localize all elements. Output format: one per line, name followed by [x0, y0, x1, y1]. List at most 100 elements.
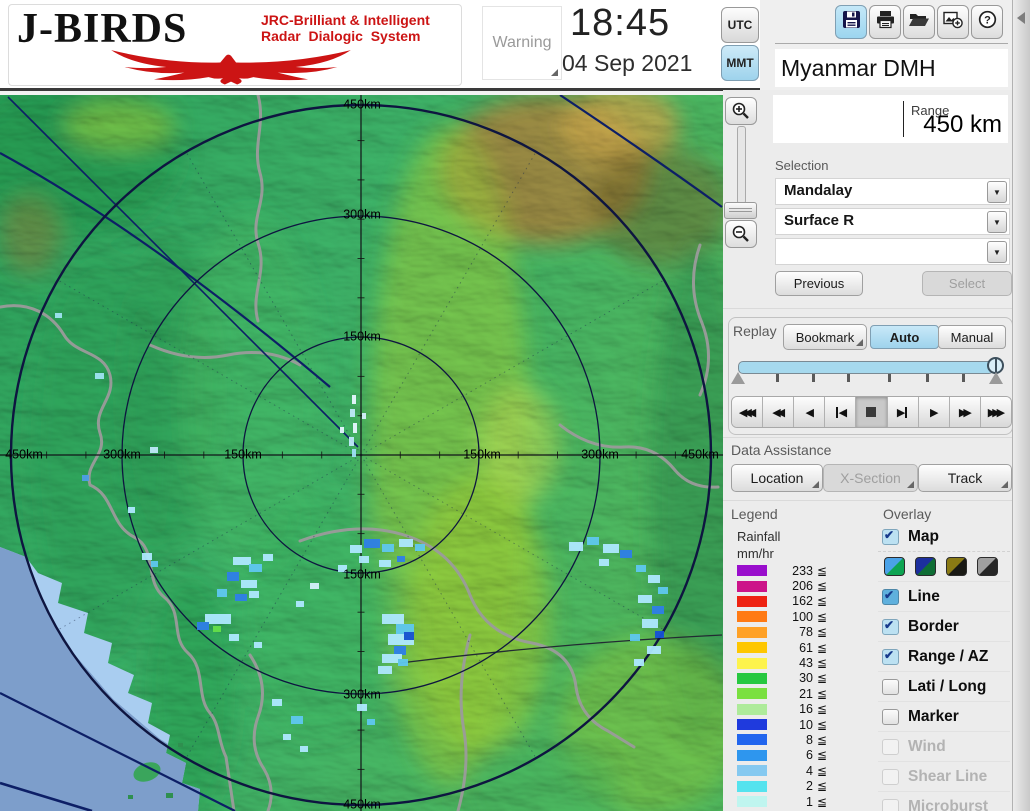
- range-az-checkbox[interactable]: [882, 648, 899, 665]
- x-section-button[interactable]: X-Section: [823, 464, 918, 492]
- track-button[interactable]: Track: [918, 464, 1012, 492]
- shear-line-checkbox[interactable]: [882, 768, 899, 785]
- overlay-item-marker[interactable]: Marker: [878, 701, 1010, 731]
- map-checkbox[interactable]: [882, 528, 899, 545]
- radar-map-canvas: 450km 300km 150km 150km 300km 450km 450km 300km…: [0, 95, 723, 811]
- overlay-item-lati-long[interactable]: Lati / Long: [878, 671, 1010, 701]
- legend-color-swatch: [737, 642, 767, 654]
- marker-checkbox[interactable]: [882, 708, 899, 725]
- range-ring-label: 150km: [343, 329, 381, 343]
- utc-button[interactable]: UTC: [721, 7, 759, 43]
- save-button[interactable]: [835, 5, 867, 39]
- legend-value: 16: [799, 702, 813, 717]
- play-reverse-button[interactable]: ◀: [794, 397, 826, 427]
- wind-checkbox[interactable]: [882, 738, 899, 755]
- location-button[interactable]: Location: [731, 464, 823, 492]
- panel-collapse-strip[interactable]: [1012, 0, 1030, 811]
- add-image-button[interactable]: [937, 5, 969, 39]
- button-label: X-Section: [840, 470, 901, 486]
- lati-long-checkbox[interactable]: [882, 678, 899, 695]
- overlay-item-microburst[interactable]: Microburst: [878, 791, 1010, 811]
- previous-button[interactable]: Previous: [775, 271, 863, 296]
- rewind-fast-button[interactable]: ◀◀◀: [732, 397, 764, 427]
- svg-text:?: ?: [984, 15, 991, 27]
- forward-button[interactable]: ▶▶: [949, 397, 981, 427]
- clock-time: 18:45: [570, 2, 671, 44]
- station-name-box: Myanmar DMH: [775, 49, 1008, 87]
- legend-value: 206: [792, 579, 813, 594]
- play-button[interactable]: ▶: [918, 397, 950, 427]
- bookmark-button[interactable]: Bookmark: [783, 324, 867, 350]
- overlay-list: Map Line Border Range / AZ Lati / Long Marker…: [878, 522, 1010, 811]
- replay-auto-button[interactable]: Auto: [870, 325, 939, 349]
- legend-color-swatch: [737, 719, 767, 731]
- replay-range-start-marker[interactable]: [731, 372, 745, 384]
- dropdown-value: Surface R: [784, 212, 855, 229]
- line-checkbox[interactable]: [882, 588, 899, 605]
- range-ring-label: 300km: [343, 207, 381, 221]
- select-button[interactable]: Select: [922, 271, 1012, 296]
- legend-value: 78: [799, 625, 813, 640]
- selection-dropdown-1[interactable]: Mandalay ▼: [775, 178, 1010, 205]
- map-zoom-out-button[interactable]: [725, 220, 757, 248]
- map-style-olive-swatch[interactable]: [946, 557, 967, 576]
- selection-dropdown-3[interactable]: ▼: [775, 238, 1010, 265]
- overlay-item-wind[interactable]: Wind: [878, 731, 1010, 761]
- stop-button[interactable]: [856, 397, 888, 427]
- replay-manual-button[interactable]: Manual: [938, 325, 1006, 349]
- map-zoom-slider-handle[interactable]: [724, 202, 757, 219]
- mmt-button[interactable]: MMT: [721, 45, 759, 81]
- range-ring-label: 150km: [343, 567, 381, 581]
- microburst-checkbox[interactable]: [882, 798, 899, 811]
- overlay-item-label: Lati / Long: [908, 677, 987, 695]
- add-image-icon: [943, 10, 963, 34]
- legend-entry: 4 ≦: [731, 763, 861, 778]
- selection-dropdown-2[interactable]: Surface R ▼: [775, 208, 1010, 235]
- slider-tick: [887, 374, 891, 382]
- right-arrows-icon: ▶: [929, 406, 939, 419]
- chevron-down-icon[interactable]: ▼: [987, 211, 1007, 233]
- overlay-item-shear-line[interactable]: Shear Line: [878, 761, 1010, 791]
- map-style-gray-swatch[interactable]: [977, 557, 998, 576]
- legend-color-swatch: [737, 611, 767, 623]
- border-checkbox[interactable]: [882, 618, 899, 635]
- forward-fast-button[interactable]: ▶▶▶: [980, 397, 1011, 427]
- replay-range-end-marker[interactable]: [989, 372, 1003, 384]
- map-style-dark-blue-swatch[interactable]: [915, 557, 936, 576]
- legend-entry: 78 ≦: [731, 625, 861, 640]
- legend-entry: 8 ≦: [731, 732, 861, 747]
- right-arrows-icon: ▶: [896, 406, 906, 419]
- chevron-down-icon[interactable]: ▼: [987, 241, 1007, 263]
- legend-color-swatch: [737, 672, 767, 684]
- slider-tick: [811, 374, 815, 382]
- print-button[interactable]: [869, 5, 901, 39]
- legend-scale: 233 ≦ 206 ≦ 162 ≦ 100 ≦ 78 ≦ 61 ≦ 43 ≦ 30 ≦ 21 ≦ 16 ≦ 10 ≦ 8 ≦ 6…: [731, 563, 861, 809]
- legend-value: 6: [806, 748, 813, 763]
- chevron-down-icon[interactable]: ▼: [987, 181, 1007, 203]
- range-box: Range 450 km: [773, 95, 1008, 143]
- overlay-item-line[interactable]: Line: [878, 581, 1010, 611]
- left-arrows-icon: ◀: [838, 406, 848, 419]
- legend-color-swatch: [737, 734, 767, 746]
- step-forward-button[interactable]: ▶: [887, 397, 919, 427]
- overlay-item-border[interactable]: Border: [878, 611, 1010, 641]
- separator: [723, 308, 1012, 309]
- map-style-terrain-swatch[interactable]: [884, 557, 905, 576]
- radar-map[interactable]: 450km 300km 150km 150km 300km 450km 450km 300km…: [0, 95, 723, 811]
- overlay-item-label: Wind: [908, 737, 946, 755]
- overlay-item-map[interactable]: Map: [878, 522, 1010, 551]
- help-button[interactable]: ?: [971, 5, 1003, 39]
- replay-slider-track[interactable]: [738, 361, 994, 374]
- open-folder-icon: [909, 10, 929, 34]
- legend-entry: 10 ≦: [731, 717, 861, 732]
- legend-entry: 1 ≦: [731, 794, 861, 809]
- map-zoom-in-button[interactable]: [725, 97, 757, 125]
- map-zoom-slider-track[interactable]: [737, 126, 746, 204]
- step-back-button[interactable]: ◀: [825, 397, 857, 427]
- rewind-button[interactable]: ◀◀: [763, 397, 795, 427]
- legend-value: 43: [799, 656, 813, 671]
- overlay-item-range-az[interactable]: Range / AZ: [878, 641, 1010, 671]
- open-folder-button[interactable]: [903, 5, 935, 39]
- warning-button[interactable]: Warning: [482, 6, 562, 80]
- button-label: Track: [947, 470, 983, 486]
